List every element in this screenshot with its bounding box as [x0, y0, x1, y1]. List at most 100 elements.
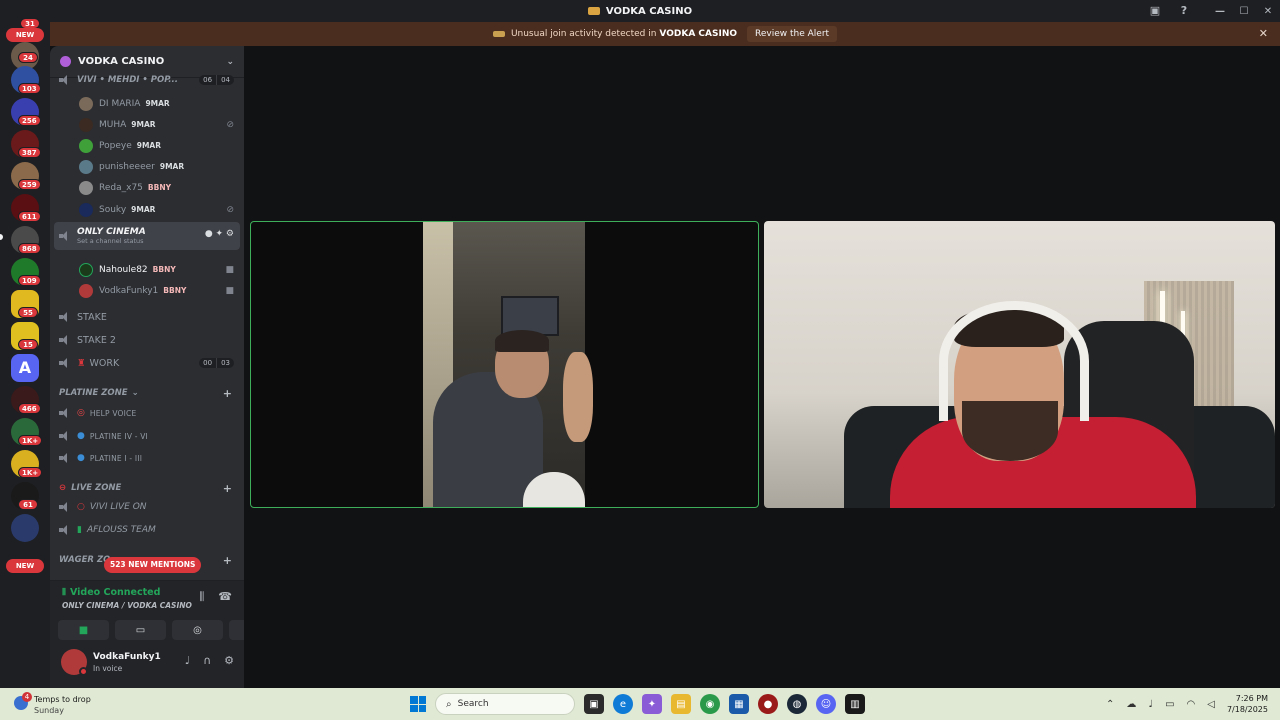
rail-badge-1: 24: [18, 52, 38, 63]
voice-channel-aflouss[interactable]: ▮ AFLOUSS TEAM: [50, 520, 244, 540]
new-unread-pill-top[interactable]: NEW: [6, 28, 44, 42]
user-avatar[interactable]: [61, 649, 88, 676]
disconnect-icon[interactable]: ☎: [218, 590, 232, 604]
rail-badge-7: 868: [18, 243, 41, 254]
video-tile-vodkafunky1[interactable]: [764, 221, 1275, 508]
discord-window: VODKA CASINO ▣ ? — ☐ ✕ Unusual join acti…: [0, 0, 1280, 720]
video-tile-nahoule82[interactable]: [250, 221, 759, 508]
member-row[interactable]: Reda_x75 BBNY: [50, 177, 244, 198]
channel-name: AFLOUSS TEAM: [86, 525, 156, 535]
voice-channel-platine-iv[interactable]: ● PLATINE IV - VI: [50, 426, 244, 446]
voice-icons: ⫼ ☎: [199, 590, 232, 604]
counter-limit: 03: [216, 358, 234, 368]
chevron-up-icon[interactable]: ⌃: [1106, 699, 1114, 710]
chevron-down-icon[interactable]: ⌄: [226, 57, 234, 67]
speaker-icon: [59, 335, 71, 345]
new-unread-pill-bottom[interactable]: NEW: [6, 559, 44, 573]
app-red-icon[interactable]: ●: [758, 694, 778, 714]
counter-current: 00: [203, 359, 213, 367]
clock-date: 7/18/2025: [1226, 705, 1268, 714]
activity-button[interactable]: ◎: [172, 620, 223, 640]
windows-start-icon[interactable]: [410, 696, 426, 712]
voice-channel-stake[interactable]: STAKE: [50, 307, 244, 327]
wifi-icon[interactable]: ◠: [1187, 699, 1196, 710]
gear-icon[interactable]: ⚙: [224, 654, 234, 667]
cloud-icon[interactable]: ☁: [1126, 699, 1136, 710]
headphones-icon[interactable]: ∩: [203, 654, 211, 667]
server-icon-16[interactable]: [11, 514, 39, 542]
add-channel-icon[interactable]: +: [223, 554, 232, 567]
chrome-icon[interactable]: ◉: [700, 694, 720, 714]
volume-icon[interactable]: ◁: [1207, 699, 1215, 710]
camera-button[interactable]: ■: [58, 620, 109, 640]
speaker-icon: [59, 75, 71, 85]
store-icon[interactable]: ▦: [729, 694, 749, 714]
rail-badge-4: 387: [18, 147, 41, 158]
dnd-status-icon: [79, 667, 88, 676]
avatar: [79, 262, 93, 277]
screen-share-button[interactable]: ▭: [115, 620, 166, 640]
voice-channel-work[interactable]: ♜ WORK 00 03: [50, 353, 244, 373]
window-title: VODKA CASINO: [605, 5, 693, 17]
member-row[interactable]: DI MARIA 9MAR: [50, 93, 244, 114]
copilot-icon[interactable]: ✦: [642, 694, 662, 714]
voice-channel-top[interactable]: VIVI • MEHDI • POP... 06 04: [50, 70, 244, 90]
taskbar-search[interactable]: ⌕ Search: [435, 693, 575, 715]
channel-status[interactable]: Set a channel status: [77, 237, 146, 245]
voice-channel-vivi-live[interactable]: ○ VIVI LIVE ON: [50, 497, 244, 517]
add-channel-icon[interactable]: +: [223, 482, 232, 495]
maximize-icon[interactable]: ☐: [1232, 6, 1256, 17]
user-status: In voice: [93, 664, 123, 673]
discord-icon[interactable]: ☺: [816, 694, 836, 714]
noise-suppression-icon[interactable]: ⫼: [199, 590, 204, 604]
voice-channel-platine-i[interactable]: ● PLATINE I - III: [50, 448, 244, 468]
new-mentions-pill[interactable]: 523 NEW MENTIONS: [104, 557, 202, 573]
close-window-icon[interactable]: ✕: [1256, 6, 1280, 17]
category-live-zone[interactable]: ⊖ LIVE ZONE +: [50, 479, 244, 497]
user-name[interactable]: VodkaFunky1: [93, 652, 161, 662]
voice-channel-only-cinema[interactable]: ONLY CINEMA Set a channel status ● ✦ ⚙: [54, 222, 240, 250]
voice-channel-stake-2[interactable]: STAKE 2: [50, 330, 244, 350]
camera-icon: ■: [225, 264, 234, 275]
channel-actions-icon[interactable]: ● ✦ ⚙: [205, 229, 234, 239]
member-row[interactable]: MUHA 9MAR ⊘: [50, 114, 244, 135]
help-icon[interactable]: ?: [1177, 4, 1191, 18]
voice-channel-help[interactable]: ◎ HELP VOICE: [50, 403, 244, 423]
member-row[interactable]: Popeye 9MAR: [50, 135, 244, 156]
work-emoji-icon: ♜: [77, 357, 86, 369]
member-row[interactable]: punisheeeer 9MAR: [50, 156, 244, 177]
user-controls: ♩ ∩ ⚙: [185, 654, 234, 667]
server-icon-a[interactable]: A: [11, 354, 39, 382]
minimize-icon[interactable]: —: [1208, 6, 1232, 17]
counter-limit: 04: [216, 75, 234, 85]
category-platine-zone[interactable]: PLATINE ZONE ⌄ +: [50, 384, 244, 402]
avatar: [79, 283, 93, 298]
review-alert-button[interactable]: Review the Alert: [747, 26, 838, 42]
member-name: DI MARIA: [99, 98, 141, 109]
member-row[interactable]: VodkaFunky1 BBNY ■: [50, 280, 244, 301]
app-terminal-icon[interactable]: ▥: [845, 694, 865, 714]
member-row[interactable]: Nahoule82 BBNY ■: [50, 259, 244, 280]
weather-widget[interactable]: 4 Temps to drop Sunday: [14, 692, 134, 716]
microphone-icon[interactable]: ♩: [185, 654, 190, 667]
display-icon[interactable]: ▭: [1165, 699, 1174, 710]
server-rail: 31 NEW 24 103 256 387 259 611 868 109 55…: [0, 18, 50, 688]
steam-icon[interactable]: ◍: [787, 694, 807, 714]
monitor-icon[interactable]: ▣: [1148, 4, 1162, 18]
category-name: LIVE ZONE: [71, 483, 122, 493]
window-controls: — ☐ ✕: [1208, 0, 1280, 22]
add-channel-icon[interactable]: +: [223, 387, 232, 400]
member-row[interactable]: Souky 9MAR ⊘: [50, 199, 244, 220]
video-person2-head: [563, 352, 593, 442]
task-view-icon[interactable]: ▣: [584, 694, 604, 714]
clock[interactable]: 7:26 PM 7/18/2025: [1227, 693, 1268, 715]
voice-status[interactable]: ⦀ Video Connected: [62, 587, 160, 598]
file-explorer-icon[interactable]: ▤: [671, 694, 691, 714]
close-alert-icon[interactable]: ✕: [1259, 27, 1268, 40]
voice-location[interactable]: ONLY CINEMA / VODKA CASINO: [62, 601, 192, 610]
soundboard-button[interactable]: ♪: [229, 620, 244, 640]
edge-icon[interactable]: e: [613, 694, 633, 714]
rail-badge-11: 466: [18, 403, 41, 414]
member-tag: BBNY: [147, 183, 172, 192]
microphone-tray-icon[interactable]: ♩: [1148, 699, 1153, 710]
